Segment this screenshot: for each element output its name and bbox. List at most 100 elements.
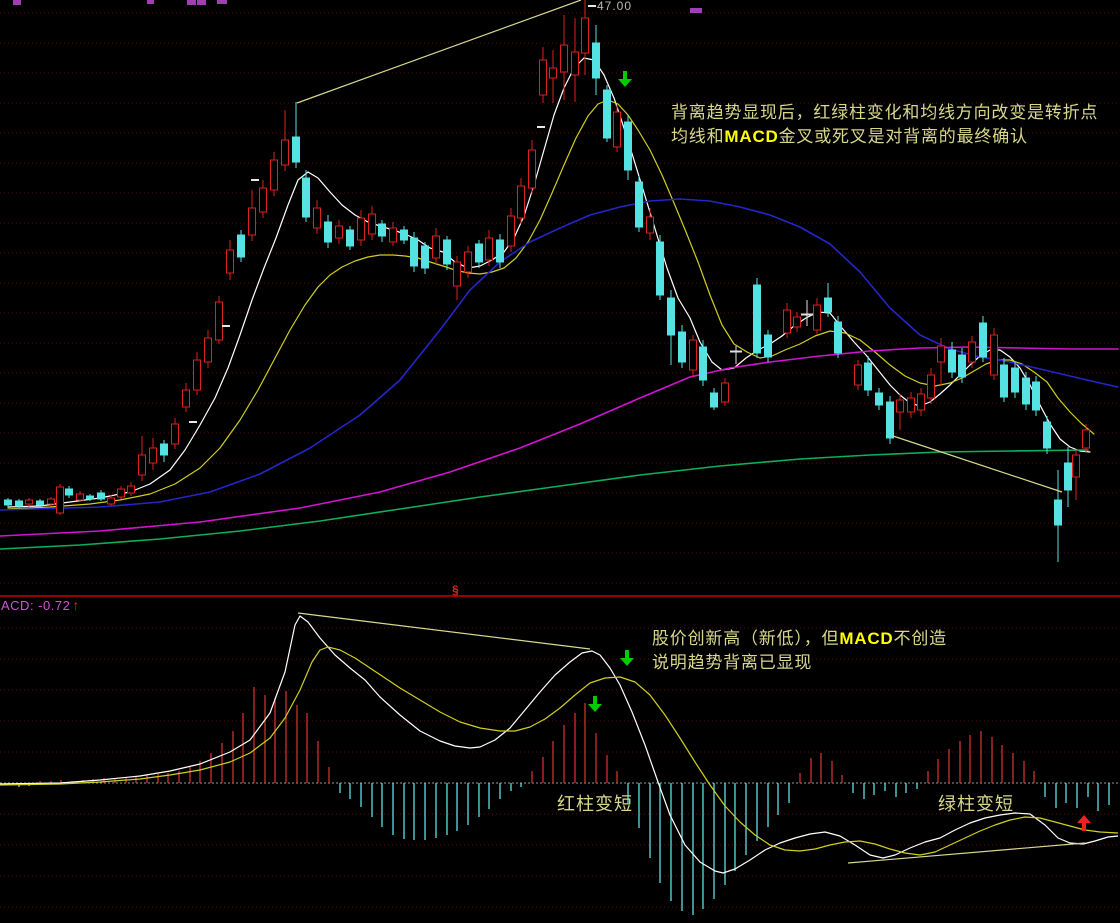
candlestick <box>550 50 557 103</box>
candlestick <box>293 102 300 168</box>
candlestick <box>183 383 190 412</box>
candlestick <box>700 340 707 386</box>
candlestick <box>908 392 915 418</box>
candlestick <box>369 206 376 240</box>
candlestick <box>614 105 621 152</box>
candlestick <box>401 226 408 244</box>
candlestick <box>26 498 33 507</box>
candlestick <box>325 215 332 248</box>
macd-divergence-annotation: 股价创新高（新低），但MACD不创造 说明趋势背离已显现 <box>652 627 947 675</box>
ma-slow-yellow <box>8 100 1094 509</box>
candlestick <box>422 242 429 274</box>
candlestick <box>139 436 146 481</box>
candlestick <box>161 440 168 462</box>
macd-up-arrow-icon: ↑ <box>72 597 80 613</box>
candlestick <box>1001 358 1008 402</box>
candlestick <box>876 388 883 410</box>
candlestick <box>150 438 157 470</box>
candlestick <box>647 208 654 240</box>
annotation-line: 均线和MACD金叉或死叉是对背离的最终确认 <box>671 125 1098 149</box>
candlestick <box>249 190 256 241</box>
candlestick <box>57 484 64 515</box>
annotation-line: 股价创新高（新低），但MACD不创造 <box>652 627 947 651</box>
candlestick <box>518 178 525 224</box>
candlestick <box>887 396 894 444</box>
candlestick <box>238 230 245 262</box>
candlestick <box>336 220 343 244</box>
candlestick <box>508 208 515 252</box>
candlestick <box>865 356 872 396</box>
candlestick <box>476 240 483 268</box>
candlestick <box>711 388 718 410</box>
green-bars-shorten-label: 绿柱变短 <box>938 792 1014 816</box>
sell-signal-down-arrow-icon <box>620 650 634 666</box>
candlestick <box>172 418 179 449</box>
candlestick <box>991 328 998 380</box>
macd-lines <box>0 613 1118 873</box>
candlestick <box>604 85 611 142</box>
ma-long-magenta <box>0 347 1118 536</box>
annotation-text: 不创造 <box>894 629 947 648</box>
candlestick <box>855 360 862 390</box>
candlestick <box>918 388 925 416</box>
candlestick <box>529 140 536 194</box>
ma-longest-green <box>0 450 1088 549</box>
candlestick <box>825 283 832 317</box>
candlestick <box>390 222 397 246</box>
divider-section-marker-icon: § <box>452 583 459 597</box>
candlestick <box>814 298 821 335</box>
candlestick <box>784 303 791 338</box>
macd-dif-line <box>0 616 1118 873</box>
red-bars-shorten-label: 红柱变短 <box>557 792 633 816</box>
candlestick <box>593 25 600 95</box>
candlestick <box>1023 372 1030 410</box>
candlestick <box>636 176 643 232</box>
candlestick <box>1073 450 1080 500</box>
candlestick <box>66 486 73 498</box>
candlestick <box>835 316 842 358</box>
candlestick <box>980 316 987 362</box>
candlestick <box>444 236 451 270</box>
stock-chart-screen: 47.00 ACD: -0.72↑ § 背离趋势显现后，红绿柱变化和均线方向改变… <box>0 0 1120 923</box>
annotation-line: 背离趋势显现后，红绿柱变化和均线方向改变是转折点 <box>671 101 1098 125</box>
candlestick <box>433 228 440 264</box>
candlestick <box>98 490 105 501</box>
candlestick <box>303 170 310 222</box>
candlestick <box>679 325 686 368</box>
candlestick <box>540 47 547 103</box>
macd-value-text: ACD: -0.72 <box>1 598 70 613</box>
candlestick <box>1065 447 1072 507</box>
candlestick <box>271 152 278 196</box>
macd-dea-line <box>0 647 1118 855</box>
annotation-text: 金叉或死叉是对背离的最终确认 <box>779 127 1028 146</box>
candlestick <box>1033 376 1040 416</box>
annotation-text: 均线和 <box>671 127 724 146</box>
candlestick <box>205 330 212 368</box>
macd-keyword: MACD <box>724 127 778 146</box>
candlestick <box>1055 470 1062 562</box>
candlestick <box>497 234 504 268</box>
candlestick <box>227 240 234 280</box>
candlestick <box>722 378 729 406</box>
candlestick <box>194 352 201 395</box>
candlestick <box>358 210 365 246</box>
annotation-line: 说明趋势背离已显现 <box>652 651 947 675</box>
candlestick <box>765 330 772 362</box>
candlestick <box>77 491 84 502</box>
annotation-text: 股价创新高（新低），但 <box>652 629 839 648</box>
candlestick <box>668 290 675 365</box>
candlestick <box>801 300 813 326</box>
candlestick <box>794 312 801 332</box>
candlestick <box>582 0 589 75</box>
candlestick <box>969 336 976 368</box>
candlestick <box>1044 416 1051 454</box>
candlestick <box>561 15 568 100</box>
macd-divergence-trendline <box>298 613 590 649</box>
macd-divergence-trendline <box>848 843 1085 863</box>
candlestick <box>730 346 742 364</box>
candlestick <box>411 232 418 272</box>
price-divergence-annotation: 背离趋势显现后，红绿柱变化和均线方向改变是转折点 均线和MACD金叉或死叉是对背… <box>671 101 1098 149</box>
candlestick <box>657 235 664 300</box>
candlestick <box>1012 362 1019 398</box>
sell-signal-down-arrow-icon <box>588 696 602 712</box>
